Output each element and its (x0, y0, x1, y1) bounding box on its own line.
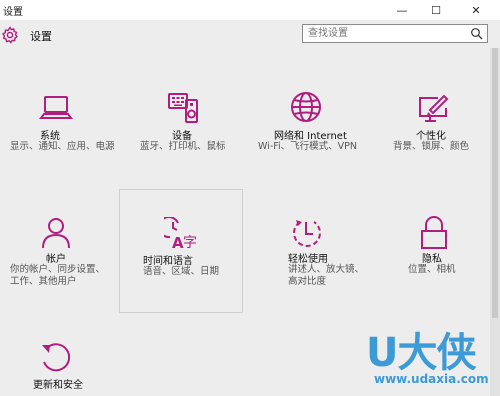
gear-icon (1, 26, 19, 44)
watermark-logo: U大侠 (366, 330, 476, 376)
tile-ease-of-access-desc: 讲述人、放大镜、高对比度 (288, 264, 365, 287)
tile-time-language-desc: 语音、区域、日期 (143, 266, 220, 277)
tile-accounts-desc: 你的帐户、同步设置、工作、其他用户 (10, 264, 106, 287)
maximize-button[interactable]: ☐ (422, 0, 450, 20)
search-icon[interactable] (470, 27, 483, 40)
settings-window: 设置 — ☐ ✕ 设置 系统 显示、通知、应用、电源 (0, 0, 500, 396)
person-icon (42, 218, 70, 249)
minimize-button[interactable]: — (388, 0, 416, 20)
keyboard-speaker-icon (168, 93, 198, 123)
tile-network-name: 网络和 Internet (274, 131, 347, 142)
tile-network[interactable]: 网络和 Internet Wi-Fi、飞行模式、VPN (248, 92, 372, 216)
time-language-icon: A 字 (164, 217, 197, 252)
globe-icon (291, 92, 321, 122)
tile-ease-of-access-name: 轻松使用 (288, 254, 328, 265)
title-bar: 设置 — ☐ ✕ (0, 0, 500, 20)
tile-system[interactable]: 系统 显示、通知、应用、电源 (0, 92, 124, 216)
watermark-url: www.udaxia.com (374, 372, 489, 386)
tile-accounts-name: 帐户 (46, 254, 66, 265)
tile-devices-desc: 蓝牙、打印机、鼠标 (140, 141, 226, 152)
tile-personalization-desc: 背景、锁屏、颜色 (393, 141, 470, 152)
tile-privacy-desc: 位置、相机 (408, 264, 456, 275)
tile-ease-of-access[interactable]: 轻松使用 讲述人、放大镜、高对比度 (248, 216, 372, 340)
tile-network-desc: Wi-Fi、飞行模式、VPN (258, 141, 357, 152)
page-title: 设置 (30, 30, 52, 43)
tile-time-language[interactable]: A 字 时间和语言 语音、区域、日期 (119, 189, 243, 313)
ease-of-access-icon (293, 220, 321, 247)
search-input[interactable] (308, 26, 458, 41)
refresh-icon (42, 343, 71, 372)
tile-update-security[interactable]: 更新和安全 (0, 340, 124, 396)
tile-privacy-name: 隐私 (422, 254, 442, 265)
search-box[interactable] (302, 24, 488, 43)
tile-personalization-name: 个性化 (416, 131, 446, 142)
window-title: 设置 (3, 7, 23, 18)
close-button[interactable]: ✕ (462, 0, 490, 20)
tile-accounts[interactable]: 帐户 你的帐户、同步设置、工作、其他用户 (0, 216, 124, 340)
svg-text:字: 字 (183, 235, 197, 251)
lock-icon (421, 216, 447, 249)
paint-monitor-icon (419, 94, 449, 122)
tile-devices-name: 设备 (172, 131, 192, 142)
tile-system-desc: 显示、通知、应用、电源 (10, 141, 115, 152)
scrollbar-thumb[interactable] (492, 48, 498, 318)
tile-time-language-name: 时间和语言 (143, 256, 193, 267)
tile-personalization[interactable]: 个性化 背景、锁屏、颜色 (372, 92, 496, 216)
tile-update-security-name: 更新和安全 (33, 380, 83, 391)
laptop-icon (39, 96, 73, 119)
tile-system-name: 系统 (40, 131, 60, 142)
watermark: U大侠 www.udaxia.com (366, 320, 498, 392)
